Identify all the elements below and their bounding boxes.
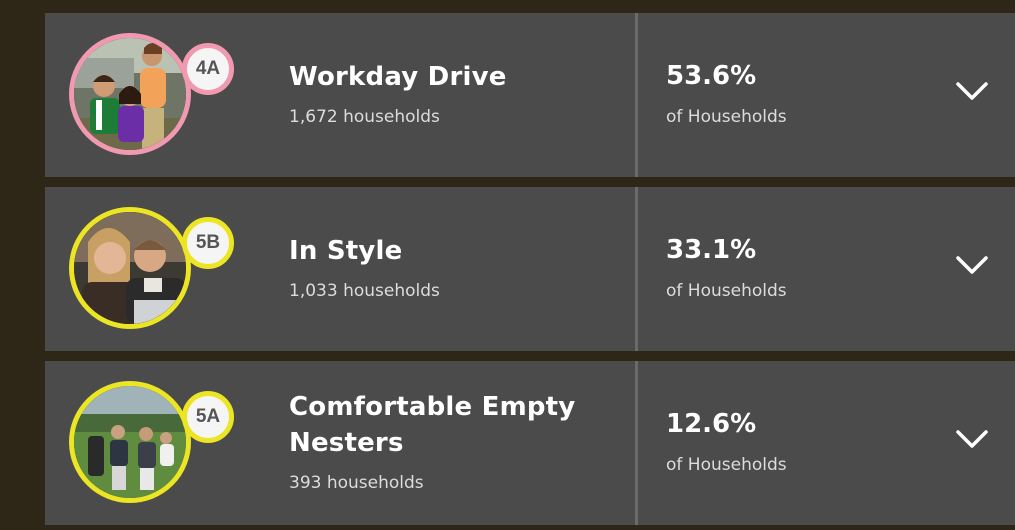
segment-info: 5B In Style 1,033 households: [45, 187, 635, 351]
segment-share: 12.6% of Households: [638, 361, 1015, 525]
segment-households: 1,672 households: [289, 107, 440, 127]
segment-name: Comfortable Empty Nesters: [289, 392, 576, 458]
golfers-photo-icon: [69, 381, 191, 503]
segment-name: In Style: [289, 236, 403, 266]
segment-percent-label: of Households: [666, 455, 787, 475]
segment-share: 33.1% of Households: [638, 187, 1015, 351]
segment-percent-label: of Households: [666, 281, 787, 301]
segment-percent-label: of Households: [666, 107, 787, 127]
chevron-down-icon[interactable]: [955, 253, 989, 277]
couple-photo-icon: [69, 207, 191, 329]
family-photo-icon: [69, 33, 191, 155]
segment-code-badge: 4A: [182, 43, 234, 95]
segment-card[interactable]: 5A Comfortable Empty Nesters 393 househo…: [45, 361, 1015, 525]
segment-code-badge: 5A: [182, 391, 234, 443]
segment-households: 1,033 households: [289, 281, 440, 301]
segment-percent: 12.6%: [666, 409, 757, 439]
chevron-down-icon[interactable]: [955, 427, 989, 451]
segment-card[interactable]: 4A Workday Drive 1,672 households 53.6% …: [45, 13, 1015, 177]
segment-code-badge: 5B: [182, 217, 234, 269]
segment-households: 393 households: [289, 473, 424, 493]
segment-percent: 53.6%: [666, 61, 757, 91]
chevron-down-icon[interactable]: [955, 79, 989, 103]
segment-card[interactable]: 5B In Style 1,033 households 33.1% of Ho…: [45, 187, 1015, 351]
segment-info: 4A Workday Drive 1,672 households: [45, 13, 635, 177]
segment-share: 53.6% of Households: [638, 13, 1015, 177]
segment-info: 5A Comfortable Empty Nesters 393 househo…: [45, 361, 635, 525]
segment-percent: 33.1%: [666, 235, 757, 265]
segment-name: Workday Drive: [289, 62, 507, 92]
